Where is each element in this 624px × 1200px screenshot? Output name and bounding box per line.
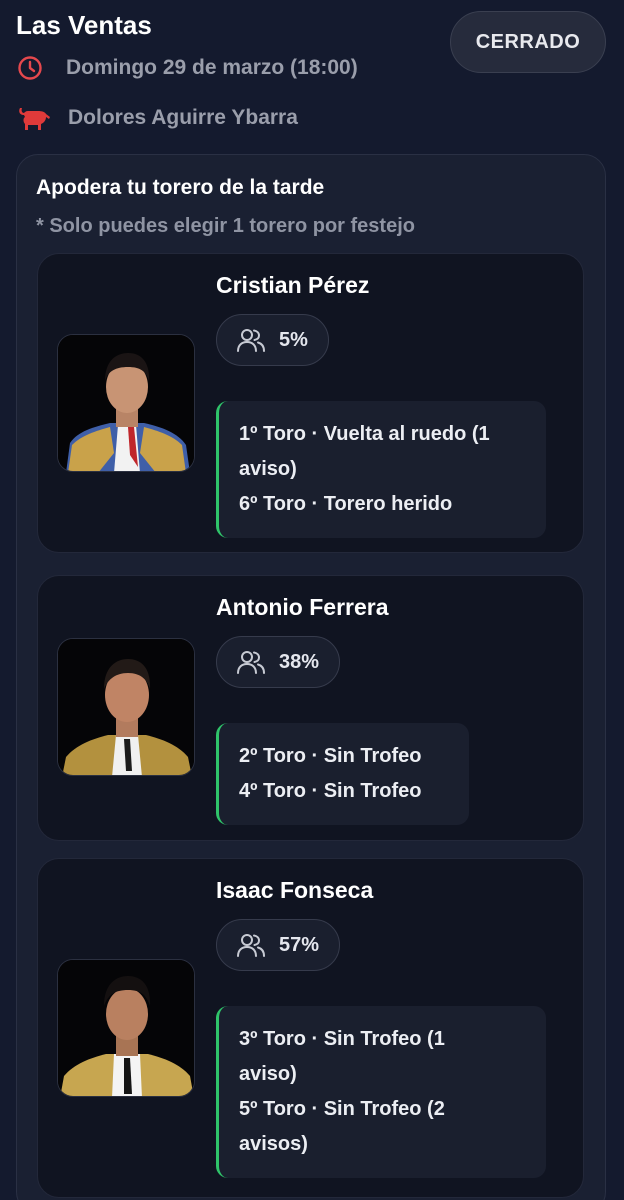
torero-photo bbox=[57, 638, 195, 776]
result-line: 2º Toro · Sin Trofeo bbox=[239, 745, 422, 767]
result-line: 6º Toro · Torero herido bbox=[239, 493, 453, 515]
bull-results: 3º Toro · Sin Trofeo (1 aviso) 5º Toro ·… bbox=[216, 1006, 546, 1178]
popularity-pill: 38% bbox=[216, 636, 341, 688]
users-icon bbox=[237, 648, 265, 676]
popularity-percent: 57% bbox=[279, 933, 320, 956]
users-icon bbox=[237, 326, 265, 354]
result-line: aviso) bbox=[239, 458, 297, 480]
result-line: 4º Toro · Sin Trofeo bbox=[239, 780, 422, 802]
torero-card[interactable]: Isaac Fonseca 57% 3º Toro · Sin Trofeo (… bbox=[37, 858, 584, 1198]
torero-name: Isaac Fonseca bbox=[216, 877, 374, 903]
event-date: Domingo 29 de marzo (18:00) bbox=[66, 56, 358, 79]
users-icon bbox=[237, 931, 265, 959]
section-note: * Solo puedes elegir 1 torero por festej… bbox=[36, 215, 415, 237]
torero-card[interactable]: Antonio Ferrera 38% 2º Toro · Sin Trofeo… bbox=[37, 575, 584, 841]
torero-photo bbox=[57, 334, 195, 472]
bull-icon bbox=[16, 104, 52, 132]
result-line: 3º Toro · Sin Trofeo (1 bbox=[239, 1028, 445, 1050]
result-line: 5º Toro · Sin Trofeo (2 bbox=[239, 1098, 445, 1120]
popularity-pill: 5% bbox=[216, 314, 329, 366]
section-title: Apodera tu torero de la tarde bbox=[36, 176, 325, 199]
event-page: Las Ventas CERRADO Domingo 29 de marzo (… bbox=[0, 0, 624, 1200]
breeder-row: Dolores Aguirre Ybarra bbox=[16, 104, 298, 132]
torero-card[interactable]: Cristian Pérez 5% 1º Toro · Vuelta al ru… bbox=[37, 253, 584, 553]
venue-title: Las Ventas bbox=[16, 10, 152, 40]
clock-icon bbox=[16, 54, 44, 82]
popularity-percent: 38% bbox=[279, 650, 320, 673]
torero-photo bbox=[57, 959, 195, 1097]
bull-results: 2º Toro · Sin Trofeo 4º Toro · Sin Trofe… bbox=[216, 723, 469, 825]
status-button[interactable]: CERRADO bbox=[450, 11, 606, 73]
breeder-name: Dolores Aguirre Ybarra bbox=[68, 106, 298, 129]
torero-name: Antonio Ferrera bbox=[216, 594, 389, 620]
result-line: 1º Toro · Vuelta al ruedo (1 bbox=[239, 423, 490, 445]
event-date-row: Domingo 29 de marzo (18:00) bbox=[16, 54, 358, 82]
result-line: aviso) bbox=[239, 1063, 297, 1085]
bull-results: 1º Toro · Vuelta al ruedo (1 aviso) 6º T… bbox=[216, 401, 546, 538]
result-line: avisos) bbox=[239, 1133, 308, 1155]
torero-name: Cristian Pérez bbox=[216, 272, 370, 298]
popularity-pill: 57% bbox=[216, 919, 341, 971]
popularity-percent: 5% bbox=[279, 328, 308, 351]
